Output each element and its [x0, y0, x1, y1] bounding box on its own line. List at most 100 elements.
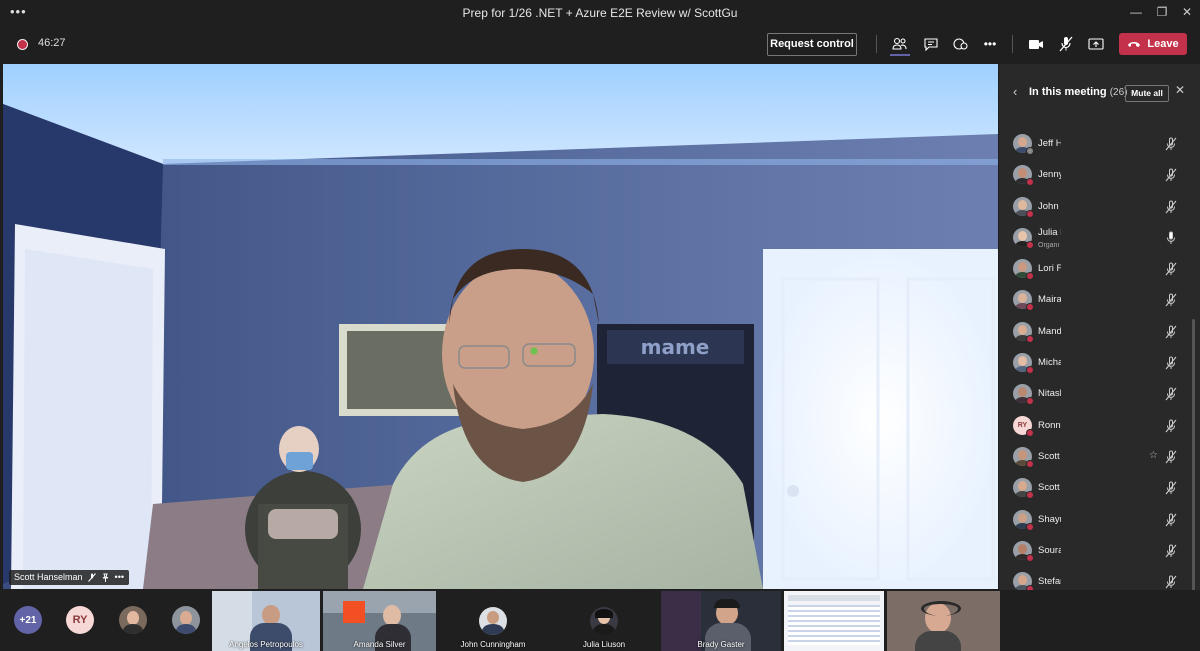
avatar[interactable] — [119, 606, 147, 634]
request-control-button[interactable]: Request control — [767, 33, 857, 56]
participant-row[interactable]: Micha — [999, 347, 1189, 378]
participant-row[interactable]: Scott ☆ — [999, 441, 1189, 472]
close-window-button[interactable]: ✕ — [1175, 3, 1199, 21]
presence-dot — [1026, 459, 1034, 468]
participant-row[interactable]: Lori F — [999, 253, 1189, 284]
share-screen-icon[interactable] — [1085, 34, 1107, 54]
close-panel-icon[interactable]: ✕ — [1175, 83, 1185, 97]
video-tile[interactable]: John Cunningham — [439, 591, 547, 651]
mic-muted-icon[interactable] — [1165, 293, 1177, 307]
camera-icon[interactable] — [1025, 34, 1047, 54]
video-tile[interactable]: Brady Gaster — [661, 591, 781, 651]
panel-header: ‹ In this meeting (26) Mute all ✕ — [999, 80, 1200, 102]
participant-row[interactable]: Maira — [999, 284, 1189, 315]
window-title: Prep for 1/26 .NET + Azure E2E Review w/… — [462, 6, 738, 20]
mic-muted-icon[interactable] — [1165, 325, 1177, 339]
presence-dot — [1026, 240, 1034, 249]
participant-name: Mand — [1038, 325, 1061, 337]
title-bar: ••• Prep for 1/26 .NET + Azure E2E Revie… — [0, 0, 1200, 25]
presence-dot — [1026, 522, 1034, 531]
participant-list: Jeff H Jenny John C Julia L Organi Lori F Mair… — [999, 128, 1189, 629]
tile-name: Angelos Petropoulos — [229, 640, 303, 649]
speaker-video-feed: mame — [3, 64, 998, 589]
pin-icon[interactable]: ☆ — [1149, 450, 1158, 461]
tile-more-icon[interactable]: ••• — [115, 570, 124, 585]
participant-name: Julia L — [1038, 226, 1061, 238]
participant-row[interactable]: RYRonnie — [999, 410, 1189, 441]
chat-icon[interactable] — [920, 34, 942, 54]
mic-muted-icon[interactable] — [1165, 168, 1177, 182]
mic-muted-icon[interactable] — [1165, 544, 1177, 558]
participant-row[interactable]: Nitash — [999, 378, 1189, 409]
mic-muted-icon[interactable] — [1055, 34, 1077, 54]
presence-dot — [1026, 209, 1034, 218]
leave-label: Leave — [1147, 38, 1179, 50]
back-icon[interactable]: ‹ — [1013, 84, 1017, 99]
screen-share-tile[interactable] — [784, 591, 884, 651]
mic-muted-icon[interactable] — [1165, 575, 1177, 589]
avatar[interactable] — [172, 606, 200, 634]
participant-name: Lori F — [1038, 263, 1061, 275]
participant-row[interactable]: Jenny — [999, 159, 1189, 190]
participant-row[interactable]: John C — [999, 191, 1189, 222]
video-tile[interactable] — [887, 591, 1000, 651]
participant-role: Organi — [1038, 241, 1060, 249]
reactions-icon[interactable] — [949, 34, 971, 54]
participant-row[interactable]: Jeff H — [999, 128, 1189, 159]
tile-name: John Cunningham — [460, 640, 526, 649]
participant-name: Jeff H — [1038, 138, 1061, 149]
maximize-button[interactable]: ❐ — [1150, 3, 1174, 21]
mic-muted-icon — [87, 573, 96, 582]
mic-muted-icon[interactable] — [1165, 200, 1177, 214]
participant-name: Scott — [1038, 482, 1060, 494]
hang-up-icon — [1128, 42, 1141, 47]
video-tile[interactable]: Amanda Silver — [323, 591, 436, 651]
mic-muted-icon[interactable] — [1165, 513, 1177, 527]
presence-dot — [1026, 397, 1034, 406]
video-tile[interactable]: Julia Liuson — [550, 591, 658, 651]
tile-name: Julia Liuson — [582, 640, 626, 649]
participants-panel: ‹ In this meeting (26) Mute all ✕ Jeff H… — [999, 64, 1200, 651]
recording-icon — [17, 39, 28, 50]
presence-dot — [1026, 366, 1034, 375]
panel-title-text: In this meeting — [1029, 86, 1107, 98]
mic-muted-icon[interactable] — [1165, 481, 1177, 495]
speaker-name-tag: Scott Hanselman ••• — [9, 570, 129, 585]
mic-muted-icon[interactable] — [1165, 450, 1177, 464]
participant-name: Sourab — [1038, 544, 1061, 556]
more-actions-icon[interactable]: ••• — [979, 34, 1001, 54]
arcade-sign: mame — [641, 335, 710, 359]
participant-row[interactable]: Scott — [999, 472, 1189, 503]
avatar[interactable]: RY — [66, 606, 94, 634]
mic-muted-icon[interactable] — [1165, 419, 1177, 433]
tile-name: Amanda Silver — [353, 640, 406, 649]
participant-row[interactable]: Mand — [999, 316, 1189, 347]
presence-dot — [1026, 491, 1034, 500]
participants-icon[interactable] — [889, 34, 911, 54]
tile-name: Brady Gaster — [697, 640, 745, 649]
participant-row[interactable]: Julia L Organi — [999, 222, 1189, 253]
participant-name: Micha — [1038, 357, 1061, 369]
mic-muted-icon[interactable] — [1165, 356, 1177, 370]
participant-name: Ronnie — [1038, 419, 1061, 431]
overflow-participants-badge[interactable]: +21 — [14, 606, 42, 634]
participant-row[interactable]: Sourab — [999, 535, 1189, 566]
presence-dot — [1026, 303, 1034, 312]
participant-row[interactable]: Shayn — [999, 504, 1189, 535]
mute-all-button[interactable]: Mute all — [1125, 85, 1169, 102]
video-tile[interactable]: Angelos Petropoulos — [212, 591, 320, 651]
panel-title: In this meeting (26) — [1029, 86, 1127, 98]
mic-muted-icon[interactable] — [1165, 262, 1177, 276]
active-tab-indicator — [890, 54, 910, 56]
panel-scrollbar[interactable] — [1192, 319, 1195, 599]
main-video: mame Scott Hanselman ••• — [3, 64, 998, 589]
mic-muted-icon[interactable] — [1165, 387, 1177, 401]
mic-icon[interactable] — [1165, 231, 1177, 245]
participant-name: Stefan — [1038, 576, 1061, 588]
leave-button[interactable]: Leave — [1119, 33, 1187, 55]
presence-dot — [1026, 272, 1034, 281]
mic-muted-icon[interactable] — [1165, 137, 1177, 151]
toolbar-divider — [876, 35, 877, 53]
presence-dot — [1026, 147, 1034, 155]
minimize-button[interactable]: — — [1124, 3, 1148, 21]
